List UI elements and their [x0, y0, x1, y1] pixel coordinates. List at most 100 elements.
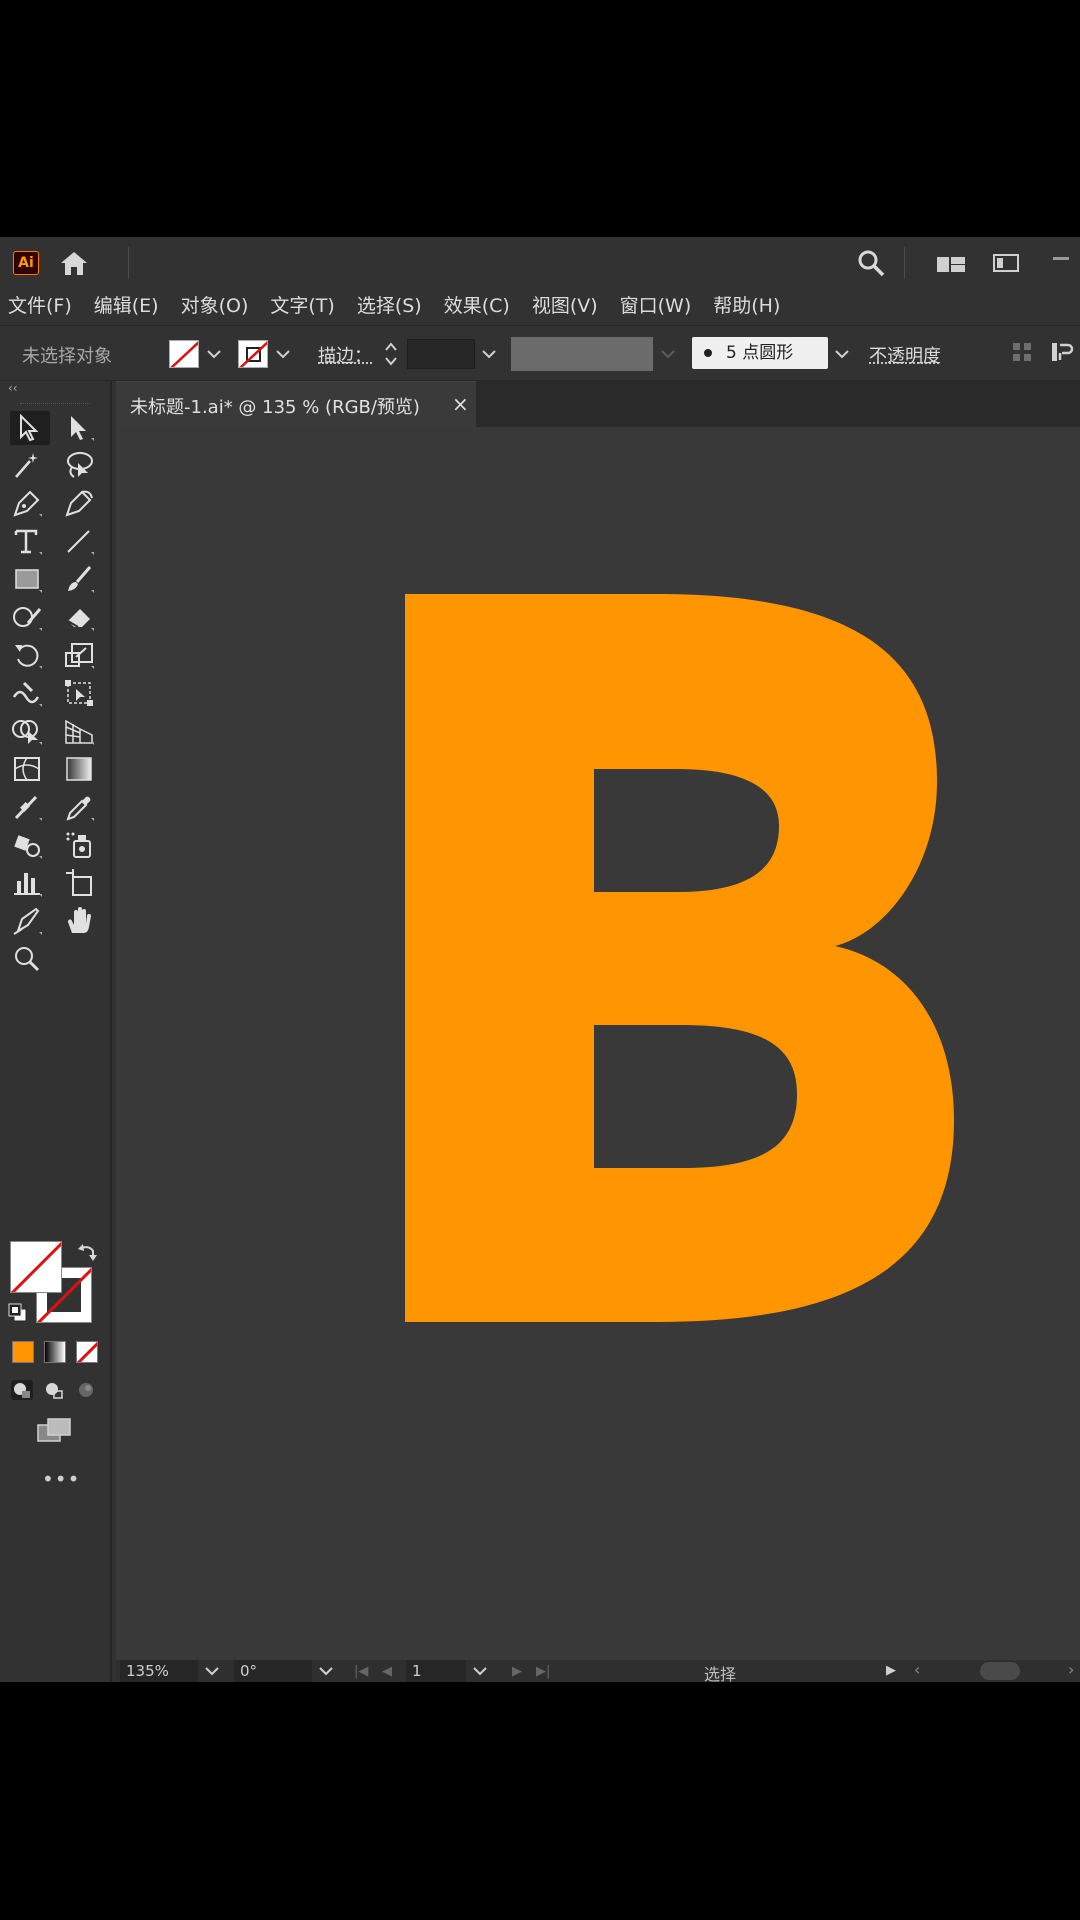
color-mode-button[interactable] [12, 1341, 34, 1363]
slice-tool[interactable] [10, 905, 50, 939]
eraser-tool[interactable] [62, 601, 102, 635]
menu-window[interactable]: 窗口(W) [620, 291, 692, 318]
draw-behind-icon[interactable] [42, 1379, 66, 1401]
lasso-tool[interactable] [62, 449, 102, 483]
close-tab-icon[interactable]: × [452, 392, 469, 416]
home-icon[interactable] [58, 249, 90, 277]
mesh-tool[interactable] [10, 753, 50, 787]
draw-inside-icon[interactable] [74, 1379, 98, 1401]
fill-swatch[interactable] [169, 340, 199, 368]
search-icon[interactable] [856, 248, 886, 278]
change-screen-mode-icon[interactable] [36, 1417, 72, 1445]
type-tool[interactable] [10, 525, 50, 559]
last-artboard-icon[interactable]: ▶| [536, 1664, 550, 1679]
tab-strip [476, 381, 1080, 427]
free-transform-tool[interactable] [62, 677, 102, 711]
panel-grip[interactable] [20, 403, 90, 406]
paintbrush-tool[interactable] [62, 563, 102, 597]
menu-file[interactable]: 文件(F) [8, 291, 72, 318]
status-text: 选择 [704, 1665, 737, 1682]
zoom-field[interactable]: 135% [120, 1660, 198, 1682]
menu-object[interactable]: 对象(O) [181, 291, 249, 318]
line-segment-tool[interactable] [62, 525, 102, 559]
hand-tool[interactable] [62, 905, 102, 939]
scroll-left-icon[interactable]: ‹ [914, 1660, 920, 1679]
scale-tool[interactable] [62, 639, 102, 673]
default-fill-stroke-icon[interactable] [8, 1303, 28, 1323]
menu-help[interactable]: 帮助(H) [713, 291, 780, 318]
menu-bar: 文件(F) 编辑(E) 对象(O) 文字(T) 选择(S) 效果(C) 视图(V… [0, 287, 1080, 321]
title-separator [128, 247, 129, 279]
menu-effect[interactable]: 效果(C) [444, 291, 510, 318]
rectangle-tool[interactable] [10, 563, 50, 597]
stroke-stepper-icon[interactable] [382, 338, 400, 370]
illustrator-window: Ai 文件(F) 编辑(E) 对象(O) 文字(T) 选择(S) 效果(C) 视… [0, 237, 1080, 1682]
menu-select[interactable]: 选择(S) [357, 291, 422, 318]
more-tools-icon[interactable]: ••• [42, 1467, 80, 1491]
scroll-right-icon[interactable]: › [1068, 1660, 1074, 1679]
title-bar: Ai [0, 237, 1080, 287]
selection-tool[interactable] [10, 411, 50, 445]
direct-selection-tool[interactable] [62, 411, 102, 445]
chevron-down-icon[interactable] [202, 340, 226, 368]
artboard-tool[interactable] [62, 867, 102, 901]
status-menu-icon[interactable]: ▶ [886, 1663, 896, 1678]
chevron-down-icon[interactable] [271, 340, 295, 368]
column-graph-tool[interactable] [10, 867, 50, 901]
chevron-down-icon[interactable] [477, 339, 501, 369]
curvature-tool[interactable] [62, 487, 102, 521]
swap-fill-stroke-icon[interactable] [76, 1241, 98, 1263]
gradient-tool[interactable] [62, 753, 102, 787]
fill-color-box[interactable] [10, 1241, 62, 1293]
pen-tool[interactable] [10, 487, 50, 521]
workspace-icon[interactable] [936, 252, 966, 274]
align-icon[interactable] [1012, 342, 1032, 362]
draw-normal-icon[interactable] [10, 1379, 34, 1401]
letter-b-shape[interactable] [405, 594, 954, 1322]
perspective-grid-tool[interactable] [62, 715, 102, 749]
blend-tool[interactable] [10, 791, 50, 825]
none-mode-button[interactable] [76, 1341, 98, 1363]
document-tab[interactable]: 未标题-1.ai* @ 135 % (RGB/预览) × [116, 381, 476, 427]
horizontal-scrollbar-thumb[interactable] [980, 1662, 1020, 1680]
selection-status: 未选择对象 [22, 346, 112, 367]
screen-icon[interactable] [992, 252, 1020, 274]
next-artboard-icon[interactable]: ▶ [512, 1664, 522, 1679]
previous-artboard-icon[interactable]: ◀ [382, 1664, 392, 1679]
live-paint-bucket-tool[interactable] [10, 829, 50, 863]
shape-builder-tool[interactable] [10, 715, 50, 749]
rotate-tool[interactable] [10, 639, 50, 673]
artboard-number-field[interactable]: 1 [406, 1660, 466, 1682]
chevron-down-icon[interactable] [314, 1660, 338, 1682]
gradient-mode-button[interactable] [44, 1341, 66, 1363]
brush-dot-icon [704, 349, 712, 357]
variable-width-profile[interactable] [511, 337, 653, 371]
stroke-weight-input[interactable] [407, 339, 475, 369]
rotation-field[interactable]: 0° [234, 1660, 312, 1682]
collapse-panel-icon[interactable]: ‹‹ [8, 381, 18, 395]
artwork[interactable]: B [116, 427, 1080, 1660]
menu-view[interactable]: 视图(V) [532, 291, 598, 318]
menu-type[interactable]: 文字(T) [270, 291, 334, 318]
warp-tool[interactable] [10, 677, 50, 711]
properties-panel-icon[interactable] [1050, 340, 1074, 364]
status-bar: 135% 0° |◀ ◀ 1 ▶ ▶| 选择 ▶ ‹ › [116, 1660, 1080, 1682]
shaper-tool[interactable] [10, 601, 50, 635]
symbol-sprayer-tool[interactable] [62, 829, 102, 863]
first-artboard-icon[interactable]: |◀ [354, 1664, 368, 1679]
chevron-down-icon[interactable] [468, 1660, 492, 1682]
zoom-tool[interactable] [10, 943, 50, 977]
brush-definition[interactable]: 5 点圆形 [692, 337, 828, 369]
opacity-label[interactable]: 不透明度 [869, 342, 941, 368]
stroke-swatch[interactable] [238, 340, 268, 368]
document-tab-title: 未标题-1.ai* @ 135 % (RGB/预览) [130, 397, 420, 418]
magic-wand-tool[interactable] [10, 449, 50, 483]
chevron-down-icon[interactable] [200, 1660, 224, 1682]
eyedropper-tool[interactable] [62, 791, 102, 825]
title-separator [904, 247, 905, 279]
chevron-down-icon[interactable] [830, 339, 854, 369]
artboard-canvas[interactable]: B [116, 427, 1080, 1660]
menu-edit[interactable]: 编辑(E) [94, 291, 159, 318]
stroke-label[interactable]: 描边： [318, 342, 372, 368]
minimize-icon[interactable] [1053, 257, 1069, 260]
